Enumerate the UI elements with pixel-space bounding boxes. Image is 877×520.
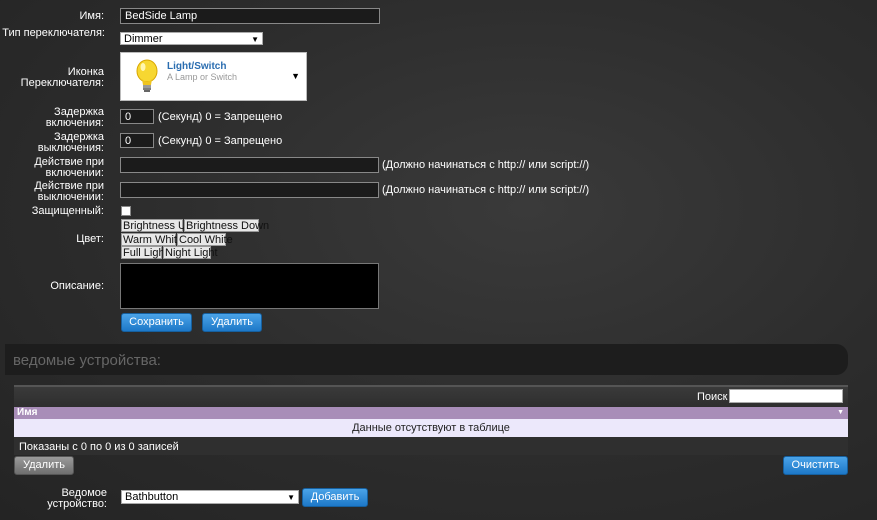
table-header[interactable]: Имя ▼: [14, 407, 848, 419]
brightness-up-button[interactable]: Brightness Up: [121, 219, 192, 232]
off-action-label: Действие при выключении:: [34, 180, 104, 203]
description-label: Описание:: [50, 280, 104, 292]
slave-device-label: Ведомое устройство:: [47, 487, 107, 510]
table-empty-row: Данные отсутствуют в таблице: [14, 419, 848, 437]
slaves-section-header: ведомые устройства:: [5, 344, 848, 375]
search-input[interactable]: [729, 389, 843, 403]
night-light-button[interactable]: Night Light: [163, 246, 218, 259]
add-button[interactable]: Добавить: [302, 488, 368, 507]
on-delay-hint: (Секунд) 0 = Запрещено: [158, 111, 283, 123]
on-action-input[interactable]: [120, 157, 379, 173]
lightbulb-icon: [136, 59, 158, 92]
table-empty-text: Данные отсутствуют в таблице: [352, 422, 510, 434]
slaves-section-title: ведомые устройства:: [13, 352, 161, 369]
slaves-delete-button[interactable]: Удалить: [14, 456, 74, 475]
on-action-hint: (Должно начинаться с http:// или script:…: [382, 159, 590, 171]
switch-icon-select[interactable]: Light/Switch A Lamp or Switch ▼: [120, 52, 307, 101]
table-footer: Показаны с 0 по 0 из 0 записей: [14, 437, 848, 455]
brightness-down-button[interactable]: Brightness Down: [184, 219, 269, 232]
description-textarea[interactable]: [120, 263, 379, 309]
table-info-text: Показаны с 0 по 0 из 0 записей: [19, 441, 179, 453]
warm-white-button[interactable]: Warm White: [121, 233, 183, 246]
column-name-header: Имя: [17, 407, 38, 418]
protected-label: Защищенный:: [31, 205, 104, 217]
name-input[interactable]: [120, 8, 380, 24]
switch-type-label: Тип переключателя:: [2, 27, 105, 39]
slave-device-select[interactable]: Bathbutton ▼: [121, 490, 299, 504]
clear-button[interactable]: Очистить: [783, 456, 848, 475]
color-label: Цвет:: [76, 233, 104, 245]
switch-type-value: Dimmer: [124, 33, 163, 45]
caret-down-icon: ▼: [291, 71, 300, 81]
cool-white-button[interactable]: Cool White: [177, 233, 233, 246]
on-action-label: Действие при включении:: [34, 156, 104, 179]
sort-icon: ▼: [837, 409, 844, 416]
slave-device-value: Bathbutton: [125, 491, 179, 503]
switch-icon-label: Иконка Переключателя:: [20, 66, 104, 89]
off-action-hint: (Должно начинаться с http:// или script:…: [382, 184, 590, 196]
off-delay-input[interactable]: [120, 133, 154, 148]
save-button[interactable]: Сохранить: [121, 313, 192, 332]
off-delay-hint: (Секунд) 0 = Запрещено: [158, 135, 283, 147]
off-delay-label: Задержка выключения:: [37, 131, 104, 154]
protected-checkbox[interactable]: [121, 206, 131, 216]
off-action-input[interactable]: [120, 182, 379, 198]
delete-button[interactable]: Удалить: [202, 313, 262, 332]
full-light-button[interactable]: Full Light: [121, 246, 168, 259]
switch-icon-title: Light/Switch: [167, 61, 227, 72]
chevron-down-icon: ▼: [251, 35, 259, 44]
on-delay-label: Задержка включения:: [45, 106, 104, 129]
switch-type-select[interactable]: Dimmer ▼: [120, 32, 263, 45]
chevron-down-icon: ▼: [287, 493, 295, 502]
name-label: Имя:: [79, 10, 104, 22]
on-delay-input[interactable]: [120, 109, 154, 124]
switch-icon-subtitle: A Lamp or Switch: [167, 72, 238, 82]
search-label: Поиск: [697, 391, 728, 403]
